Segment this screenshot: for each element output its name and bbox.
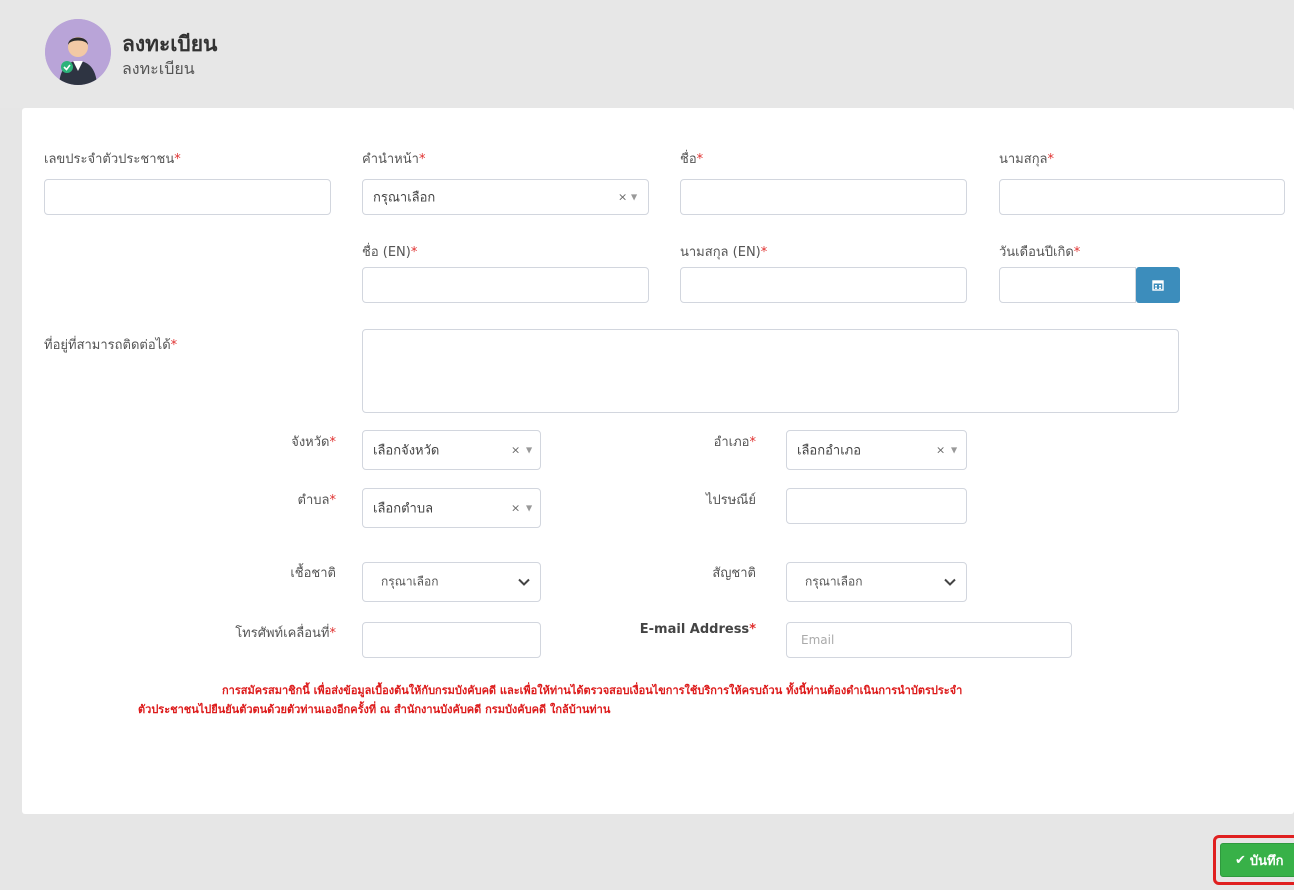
chevron-down-icon (518, 578, 530, 586)
district-label: อำเภอ* (713, 435, 756, 450)
first-name-en-label: ชื่อ (EN)* (362, 245, 418, 260)
subdistrict-select[interactable]: เลือกตำบล × ▼ (362, 488, 541, 528)
last-name-en-input[interactable] (680, 267, 967, 303)
registration-form-panel: เลขประจำตัวประชาชน* คำนำหน้า* ชื่อ* นามส… (22, 108, 1294, 814)
email-input[interactable]: Email (786, 622, 1072, 658)
address-textarea[interactable] (362, 329, 1179, 413)
clear-icon[interactable]: × (511, 502, 520, 515)
last-name-label: นามสกุล* (999, 152, 1055, 167)
id-card-input[interactable] (44, 179, 331, 215)
notice-line-1: การสมัครสมาชิกนี้ เพื่อส่งข้อมูลเบื้องต้… (222, 684, 963, 697)
save-button[interactable]: ✔ บันทึก (1220, 843, 1294, 877)
save-button-label: บันทึก (1249, 853, 1284, 869)
province-select[interactable]: เลือกจังหวัด × ▼ (362, 430, 541, 470)
prefix-label: คำนำหน้า* (362, 152, 426, 167)
province-selected-value: เลือกจังหวัด (373, 443, 440, 459)
nationality-selected-value: กรุณาเลือก (805, 574, 863, 589)
clear-icon[interactable]: × (511, 444, 520, 457)
race-selected-value: กรุณาเลือก (381, 574, 439, 589)
birthdate-label: วันเดือนปีเกิด* (999, 245, 1081, 260)
postcode-label: ไปรษณีย์ (705, 493, 756, 508)
postcode-input[interactable] (786, 488, 967, 524)
province-label: จังหวัด* (291, 435, 336, 450)
last-name-en-label: นามสกุล (EN)* (680, 245, 768, 260)
clear-icon[interactable]: × (618, 191, 627, 204)
page-header: ลงทะเบียน ลงทะเบียน (0, 0, 1294, 108)
first-name-input[interactable] (680, 179, 967, 215)
address-label: ที่อยู่ที่สามารถติดต่อได้* (44, 338, 178, 353)
clear-icon[interactable]: × (936, 444, 945, 457)
first-name-en-input[interactable] (362, 267, 649, 303)
race-label: เชื้อชาติ (290, 566, 336, 581)
dropdown-arrow-icon: ▼ (951, 445, 958, 455)
nationality-label: สัญชาติ (712, 566, 756, 581)
birthdate-input[interactable] (999, 267, 1136, 303)
page-subtitle: ลงทะเบียน (122, 59, 195, 78)
subdistrict-label: ตำบล* (297, 493, 336, 508)
mobile-label: โทรศัพท์เคลื่อนที่* (235, 626, 336, 641)
subdistrict-selected-value: เลือกตำบล (373, 501, 434, 517)
id-card-label: เลขประจำตัวประชาชน* (44, 152, 181, 167)
save-button-highlight: ✔ บันทึก (1213, 835, 1294, 885)
prefix-selected-value: กรุณาเลือก (373, 190, 436, 206)
calendar-button[interactable] (1136, 267, 1180, 303)
mobile-input[interactable] (362, 622, 541, 658)
first-name-label: ชื่อ* (680, 152, 704, 167)
district-selected-value: เลือกอำเภอ (797, 443, 862, 459)
email-placeholder: Email (801, 633, 835, 647)
user-avatar-icon (45, 19, 111, 85)
last-name-input[interactable] (999, 179, 1285, 215)
race-select[interactable]: กรุณาเลือก (362, 562, 541, 602)
district-select[interactable]: เลือกอำเภอ × ▼ (786, 430, 967, 470)
dropdown-arrow-icon: ▼ (526, 445, 533, 455)
nationality-select[interactable]: กรุณาเลือก (786, 562, 967, 602)
notice-line-2: ตัวประชาชนไปยืนยันตัวตนด้วยตัวท่านเองอีก… (138, 703, 611, 716)
dropdown-arrow-icon: ▼ (631, 192, 638, 202)
calendar-icon (1152, 280, 1164, 291)
prefix-select[interactable]: กรุณาเลือก × ▼ (362, 179, 649, 215)
check-icon: ✔ (1235, 852, 1246, 868)
email-label: E-mail Address* (639, 622, 756, 637)
chevron-down-icon (944, 578, 956, 586)
dropdown-arrow-icon: ▼ (526, 503, 533, 513)
